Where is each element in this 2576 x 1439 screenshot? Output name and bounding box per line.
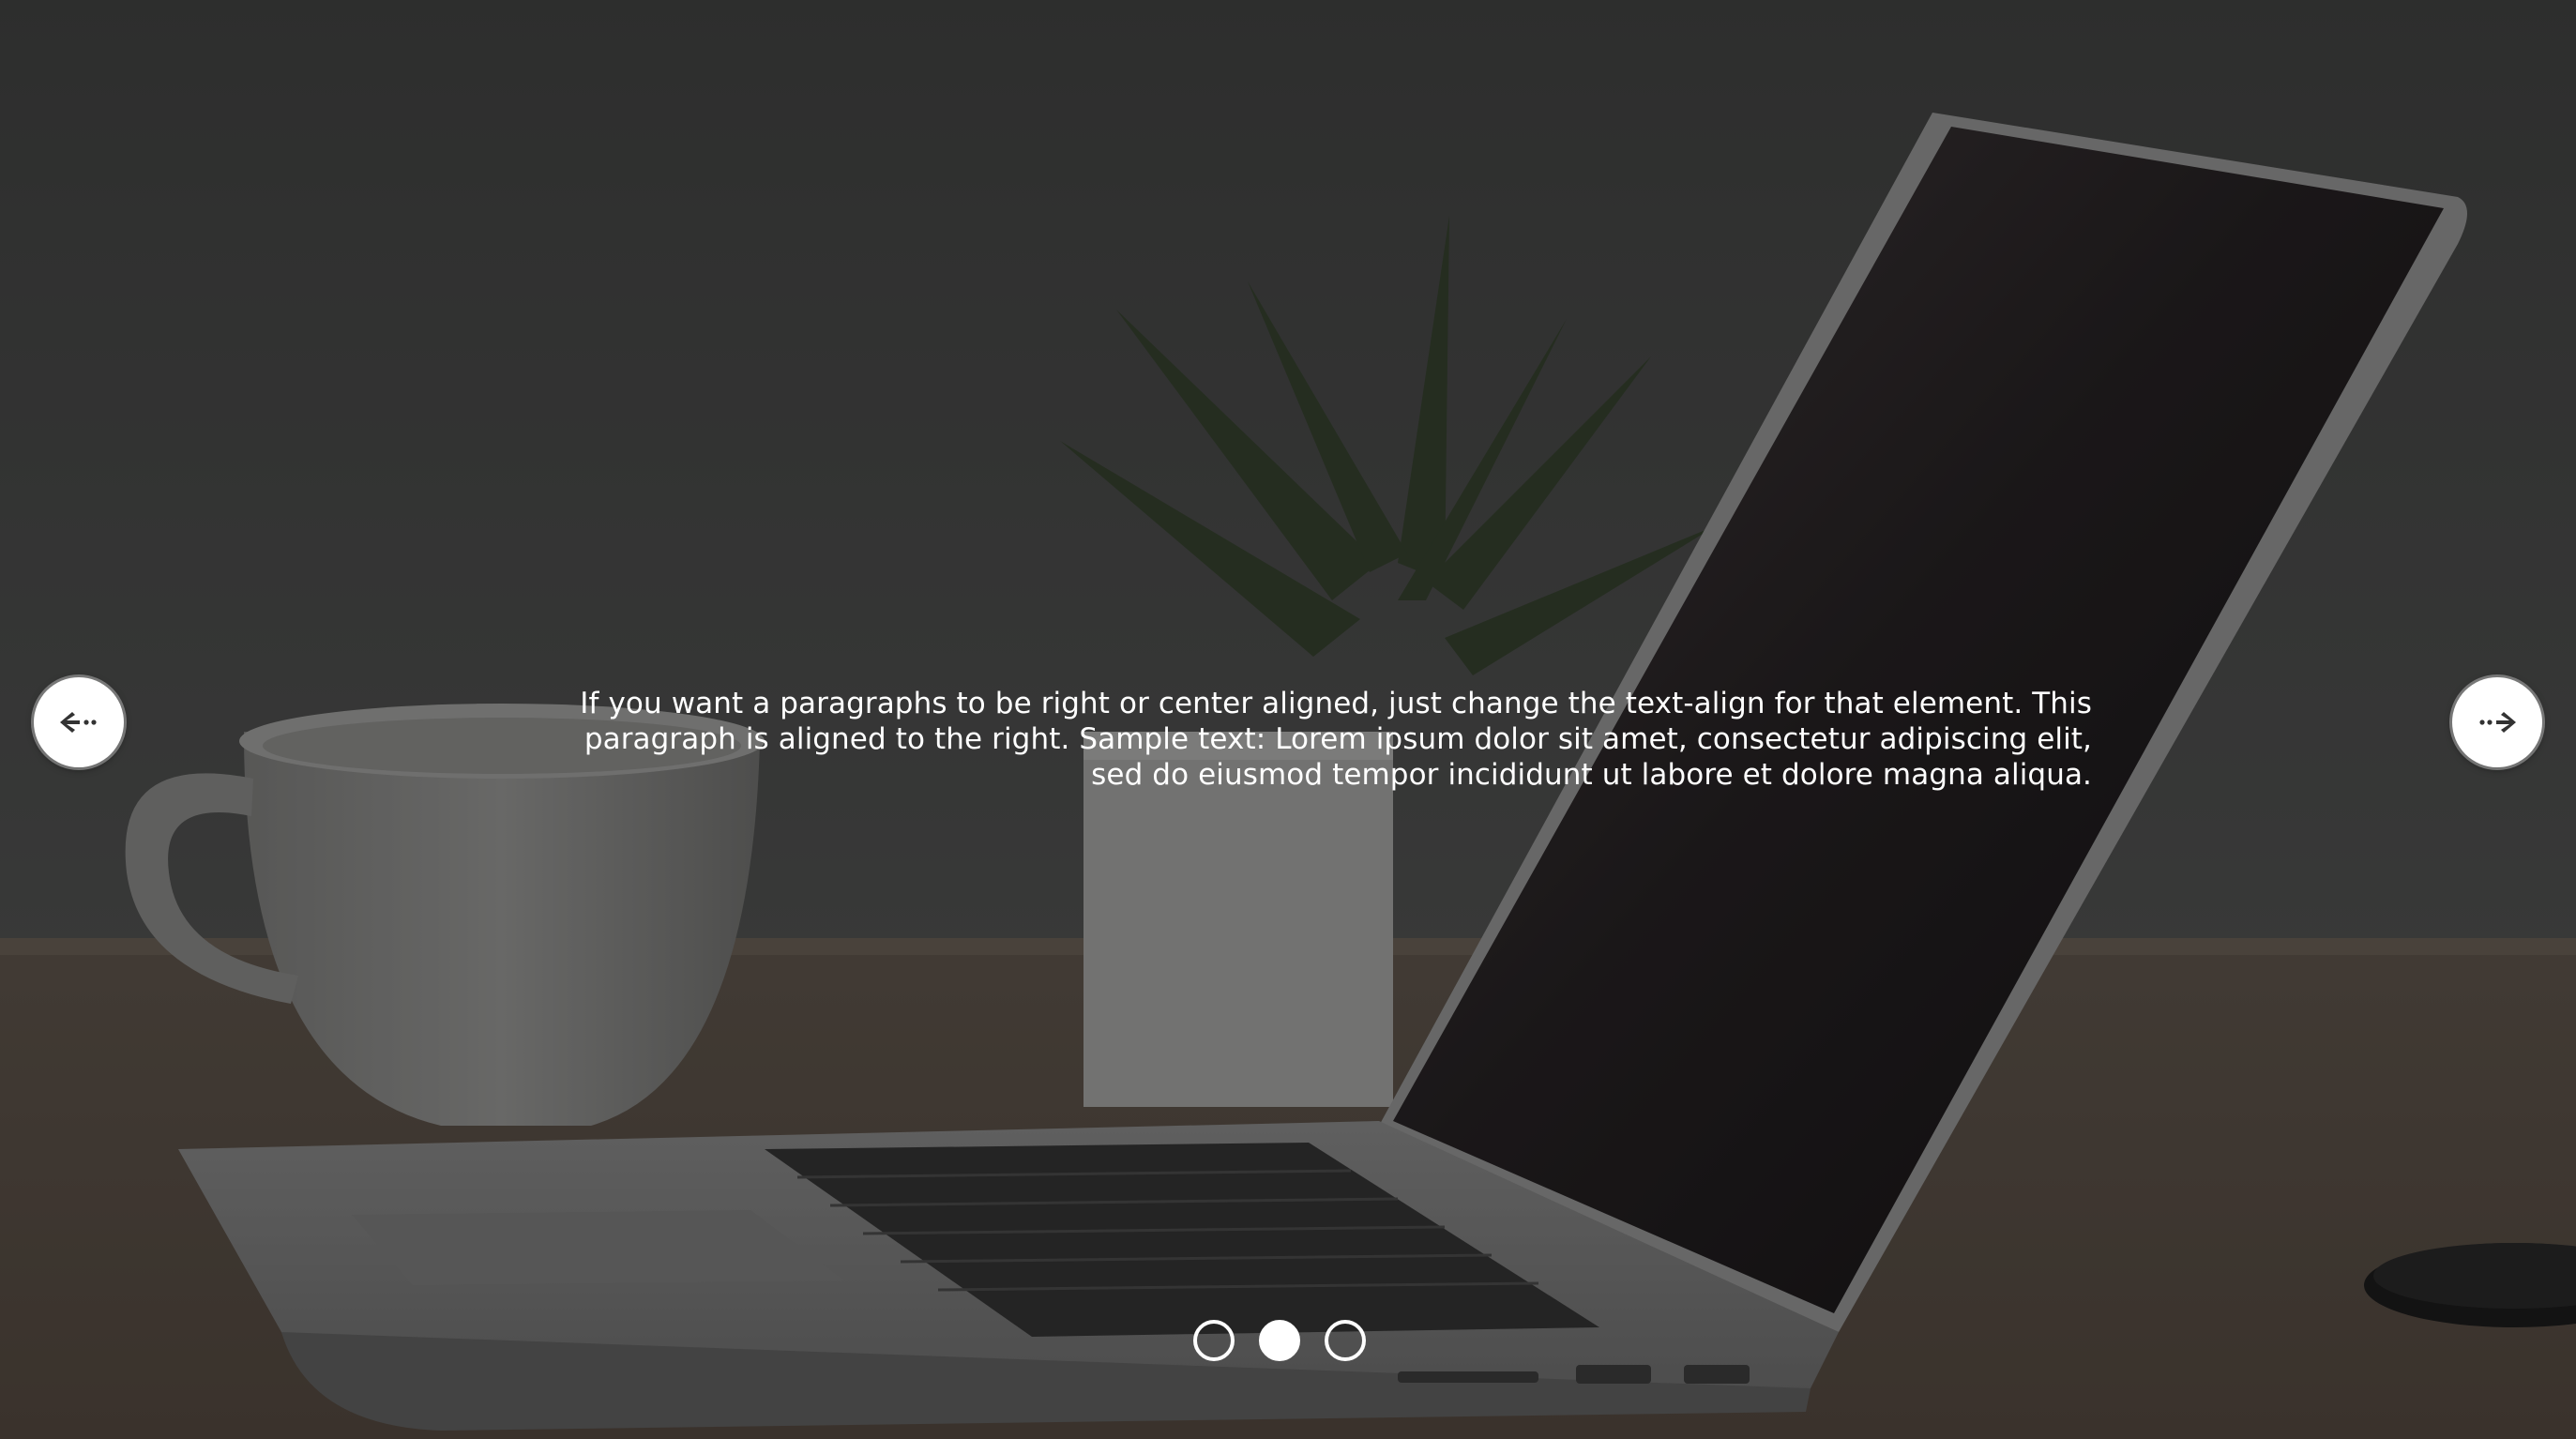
pagination-dot-2-active[interactable] — [1259, 1320, 1300, 1361]
image-slider: If you want a paragraphs to be right or … — [0, 0, 2576, 1439]
pagination-dot-1[interactable] — [1193, 1320, 1235, 1361]
next-slide-button[interactable] — [2452, 677, 2542, 767]
slide-pagination — [1193, 1320, 1366, 1361]
arrow-left-icon — [60, 712, 97, 733]
previous-slide-button[interactable] — [34, 677, 124, 767]
arrow-right-icon — [2479, 712, 2516, 733]
pagination-dot-3[interactable] — [1325, 1320, 1366, 1361]
slide-caption: If you want a paragraphs to be right or … — [580, 687, 2092, 792]
